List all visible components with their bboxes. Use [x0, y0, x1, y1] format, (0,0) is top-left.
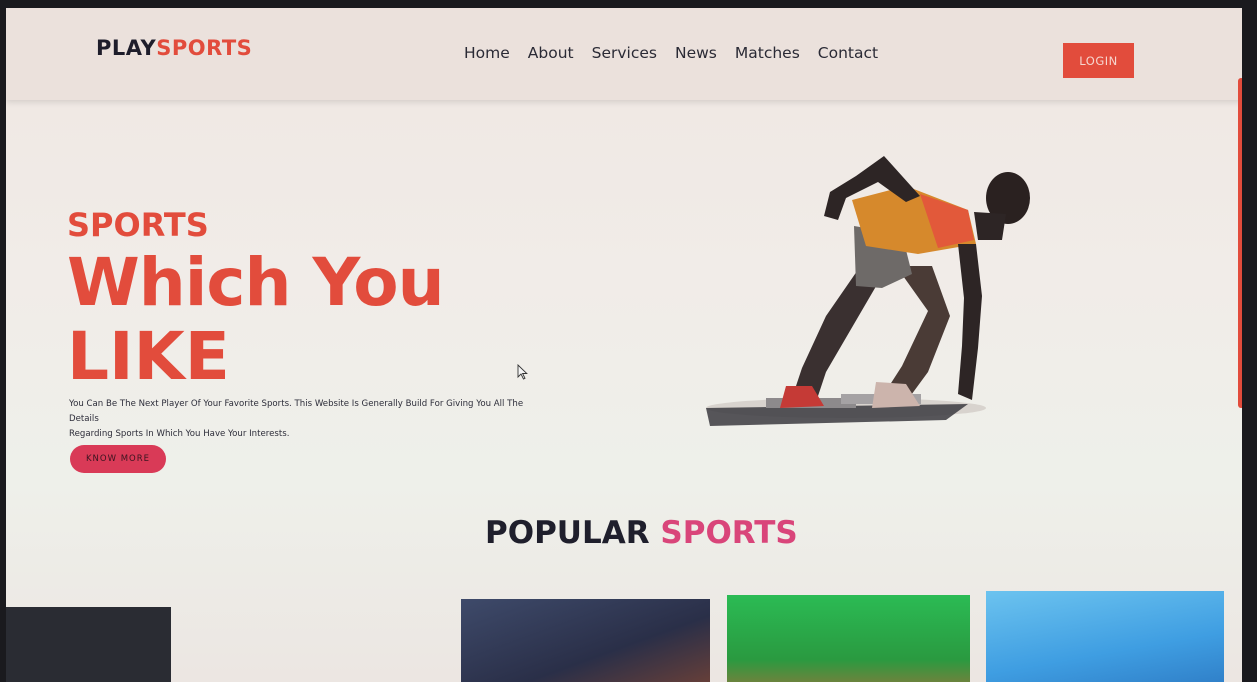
page-scrollbar[interactable]: [1238, 78, 1242, 408]
nav-link-home[interactable]: Home: [464, 44, 510, 62]
sport-card-4[interactable]: [986, 591, 1224, 682]
mouse-cursor-icon: [517, 364, 528, 380]
nav-links: Home About Services News Matches Contact: [464, 44, 878, 62]
hero-headline-line1: Which You: [67, 244, 445, 321]
know-more-button[interactable]: KNOW MORE: [70, 445, 166, 473]
browser-viewport: PLAYSPORTS Home About Services News Matc…: [6, 8, 1242, 682]
sport-card-3[interactable]: [727, 595, 970, 682]
hero-headline-line2: LIKE: [67, 318, 230, 395]
nav-link-matches[interactable]: Matches: [735, 44, 800, 62]
hero-description-line2: Regarding Sports In Which You Have Your …: [69, 429, 290, 439]
site-logo[interactable]: PLAYSPORTS: [96, 36, 252, 60]
hero-description: You Can Be The Next Player Of Your Favor…: [69, 397, 549, 442]
top-navbar: PLAYSPORTS Home About Services News Matc…: [6, 8, 1242, 100]
hero-kicker: SPORTS: [67, 206, 209, 244]
login-button[interactable]: LOGIN: [1063, 43, 1134, 78]
hero-description-line1: You Can Be The Next Player Of Your Favor…: [69, 399, 524, 424]
sport-card-1[interactable]: [6, 607, 171, 682]
sport-card-2[interactable]: [461, 599, 710, 682]
nav-link-news[interactable]: News: [675, 44, 717, 62]
nav-link-services[interactable]: Services: [592, 44, 657, 62]
nav-link-contact[interactable]: Contact: [818, 44, 878, 62]
popular-heading-part1: POPULAR: [485, 515, 650, 551]
popular-heading-part2: SPORTS: [660, 515, 798, 551]
logo-text-sports: SPORTS: [156, 36, 253, 60]
sprinter-hero-image: [706, 156, 1030, 426]
logo-text-play: PLAY: [96, 36, 157, 60]
nav-link-about[interactable]: About: [528, 44, 574, 62]
popular-sports-heading: POPULAR SPORTS: [485, 515, 798, 551]
